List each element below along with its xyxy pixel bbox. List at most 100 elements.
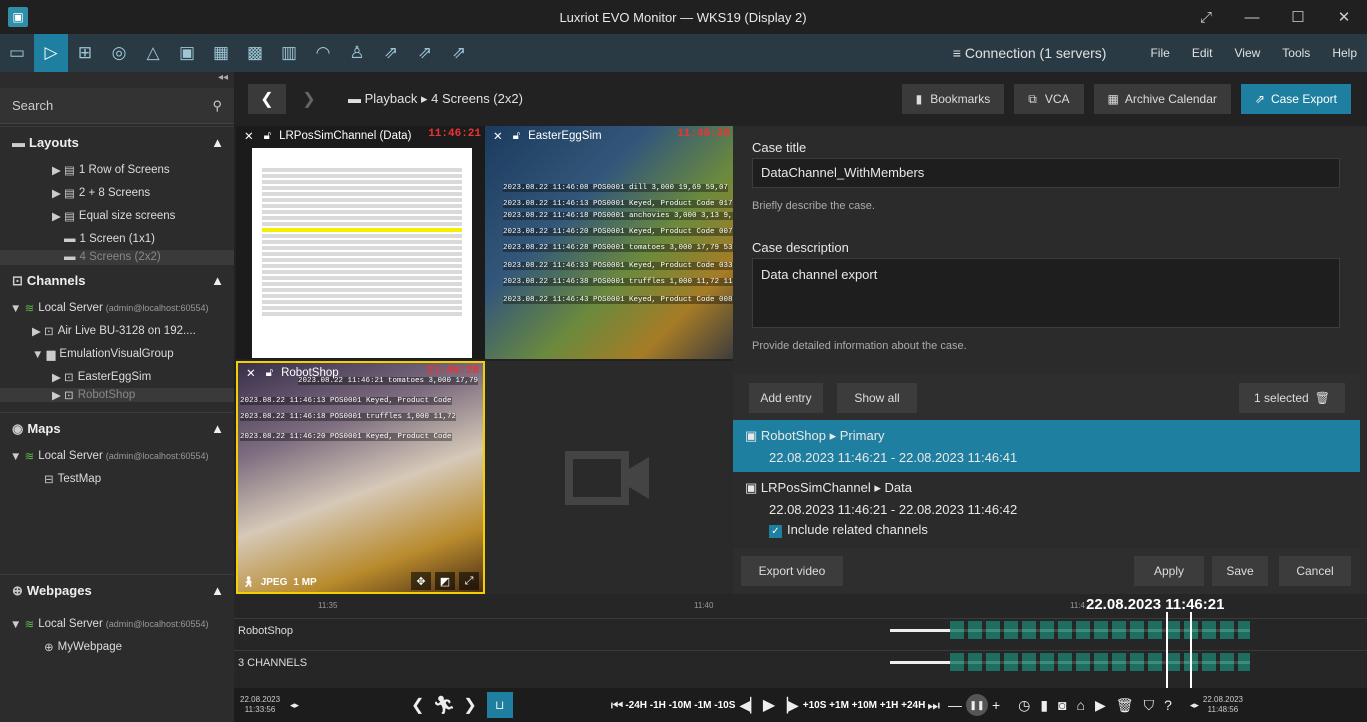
bookmarks-button[interactable]: ▮ Bookmarks [901, 84, 1005, 114]
next-event-icon[interactable]: ❯ [463, 695, 476, 715]
snapshot-icon[interactable]: ◙ [1058, 697, 1066, 713]
user-search-icon[interactable]: ♙ [340, 34, 374, 72]
server-item[interactable]: ▼ ≋ Local Server (admin@localhost:60554) [0, 296, 234, 319]
snapshot-icon[interactable]: ◩ [435, 572, 455, 590]
range-handle-icon[interactable]: ◂▸ [290, 700, 299, 711]
layout-item[interactable]: ▬ 4 Screens (2x2) [0, 250, 234, 264]
breadcrumb-mode[interactable]: Playback [365, 91, 418, 106]
add-entry-button[interactable]: Add entry [749, 383, 823, 413]
radar-icon[interactable]: ◎ [102, 34, 136, 72]
archive-calendar-button[interactable]: ▦ Archive Calendar [1093, 84, 1231, 114]
apply-button[interactable]: Apply [1134, 556, 1204, 586]
layouts-header[interactable]: ▬ Layouts ▲ [0, 126, 234, 158]
video-export-icon[interactable]: ▶ [1095, 697, 1106, 714]
layout-item[interactable]: ▶ ▤ 1 Row of Screens [0, 158, 234, 181]
speed-slider[interactable]: ❚❚ [965, 694, 988, 716]
skip-start-icon[interactable]: ⏮︎ [611, 697, 624, 714]
playhead[interactable] [1166, 612, 1168, 688]
layout-item[interactable]: ▶ ▤ Equal size screens [0, 204, 234, 227]
timeline-track[interactable]: 3 CHANNELS [234, 650, 1367, 674]
table-icon[interactable]: ▦ [204, 34, 238, 72]
collapse-icon[interactable]: ▲ [211, 273, 224, 288]
skip-end-icon[interactable]: ⏭︎ [927, 697, 940, 714]
video-cell[interactable]: ✕ 🔓︎ EasterEggSim 11:46:28 2023.08.22 11… [485, 126, 734, 359]
menu-view[interactable]: View [1235, 46, 1261, 60]
timeline-track[interactable]: RobotShop [234, 618, 1367, 642]
show-all-button[interactable]: Show all [837, 383, 917, 413]
empty-cell[interactable] [485, 361, 734, 594]
fullscreen-icon[interactable]: ⤢ [1183, 0, 1229, 34]
cancel-button[interactable]: Cancel [1279, 556, 1351, 586]
delete-icon[interactable]: 🗑︎ [1116, 697, 1134, 714]
menu-file[interactable]: File [1150, 46, 1169, 60]
ptz-icon[interactable]: ✥ [411, 572, 431, 590]
export-marker-icon[interactable]: ⊔ [486, 692, 513, 718]
export-icon[interactable]: ⇗ [374, 34, 408, 72]
export-icon-3[interactable]: ⇗ [442, 34, 476, 72]
close-icon[interactable]: ✕ [493, 129, 503, 143]
search-input[interactable]: Search ⚲ [0, 88, 234, 124]
menu-help[interactable]: Help [1332, 46, 1357, 60]
close-icon[interactable]: ✕ [246, 366, 256, 380]
video-cell[interactable]: ✕ 🔓︎ LRPosSimChannel (Data) 11:46:21 [236, 126, 485, 359]
zoom-out-icon[interactable]: — [948, 697, 962, 713]
case-entry[interactable]: ▣ LRPosSimChannel ▸ Data 22.08.2023 11:4… [733, 472, 1360, 546]
delete-selected-button[interactable]: 1 selected 🗑︎ [1239, 383, 1345, 413]
case-title-input[interactable]: DataChannel_WithMembers [752, 158, 1340, 188]
step-forward-controls[interactable]: +10S +1M +10M +1H +24H [803, 700, 926, 711]
maps-header[interactable]: ◉ Maps ▲ [0, 412, 234, 444]
layout-item[interactable]: ▶ ▤ 2 + 8 Screens [0, 181, 234, 204]
shield-icon[interactable]: ⛉ [1144, 697, 1155, 714]
include-related-checkbox[interactable]: ✓ Include related channels [769, 522, 1360, 538]
lock-icon[interactable]: 🔓︎ [266, 367, 273, 380]
stats-icon[interactable]: ▥ [272, 34, 306, 72]
maximize-icon[interactable]: ☐ [1275, 0, 1321, 34]
step-back-controls[interactable]: -24H -1H -10M -1M -10S [625, 700, 735, 711]
export-video-button[interactable]: Export video [741, 556, 843, 586]
matrix-icon[interactable]: ▩ [238, 34, 272, 72]
case-entry[interactable]: ▣ RobotShop ▸ Primary 22.08.2023 11:46:2… [733, 420, 1360, 472]
menu-tools[interactable]: Tools [1282, 46, 1310, 60]
bookmark-icon[interactable]: ▮ [1040, 697, 1048, 714]
vca-button[interactable]: ⧉ VCA [1014, 84, 1084, 114]
prev-event-icon[interactable]: ❮ [411, 695, 424, 715]
motion-search-icon[interactable]: 🏃︎ [432, 695, 455, 716]
step-forward-icon[interactable]: ▕▶ [777, 697, 799, 714]
lock-icon[interactable]: 🔓︎ [264, 130, 271, 143]
play-icon[interactable]: ▷ [34, 34, 68, 72]
connection-status[interactable]: ≡ Connection (1 servers) [953, 45, 1129, 61]
forward-button[interactable]: ❯ [290, 84, 328, 114]
collapse-icon[interactable]: ▲ [211, 135, 224, 150]
camera-icon[interactable]: ▣ [170, 34, 204, 72]
play-icon[interactable]: ▶ [763, 695, 775, 715]
case-description-input[interactable]: Data channel export [752, 258, 1340, 328]
breadcrumb-layout[interactable]: 4 Screens (2x2) [431, 91, 523, 106]
channel-item[interactable]: ▶ ⊡ EasterEggSim [0, 365, 234, 388]
fullscreen-icon[interactable]: ⤢ [459, 572, 479, 590]
monitor-icon[interactable]: ▭ [0, 34, 34, 72]
channel-item[interactable]: ▶ ⊡ RobotShop [0, 388, 234, 402]
server-item[interactable]: ▼ ≋ Local Server (admin@localhost:60554) [0, 444, 234, 467]
clock-icon[interactable]: ◷ [1018, 697, 1030, 714]
layout-item[interactable]: ▬ 1 Screen (1x1) [0, 227, 234, 250]
helmet-icon[interactable]: ◠ [306, 34, 340, 72]
range-handle-icon[interactable]: ◂▸ [1190, 700, 1199, 711]
collapse-sidebar-icon[interactable]: ◂◂ [0, 72, 234, 86]
grid-layout-icon[interactable]: ⊞ [68, 34, 102, 72]
step-back-icon[interactable]: ◀▏ [739, 697, 761, 714]
menu-edit[interactable]: Edit [1192, 46, 1213, 60]
help-icon[interactable]: ? [1164, 697, 1172, 713]
lock-icon[interactable]: 🔓︎ [513, 130, 520, 143]
minimize-icon[interactable]: — [1229, 0, 1275, 34]
group-item[interactable]: ▼ ▆ EmulationVisualGroup [0, 342, 234, 365]
save-button[interactable]: Save [1212, 556, 1268, 586]
webpages-header[interactable]: ⊕ Webpages ▲ [0, 574, 234, 606]
collapse-icon[interactable]: ▲ [211, 583, 224, 598]
collapse-icon[interactable]: ▲ [211, 421, 224, 436]
server-item[interactable]: ▼ ≋ Local Server (admin@localhost:60554) [0, 612, 234, 635]
map-item[interactable]: ⊟ TestMap [0, 467, 234, 490]
channels-header[interactable]: ⊡ Channels ▲ [0, 264, 234, 296]
export-icon-2[interactable]: ⇗ [408, 34, 442, 72]
archive-icon[interactable]: ⌂ [1077, 697, 1085, 713]
webpage-item[interactable]: ⊕ MyWebpage [0, 635, 234, 658]
